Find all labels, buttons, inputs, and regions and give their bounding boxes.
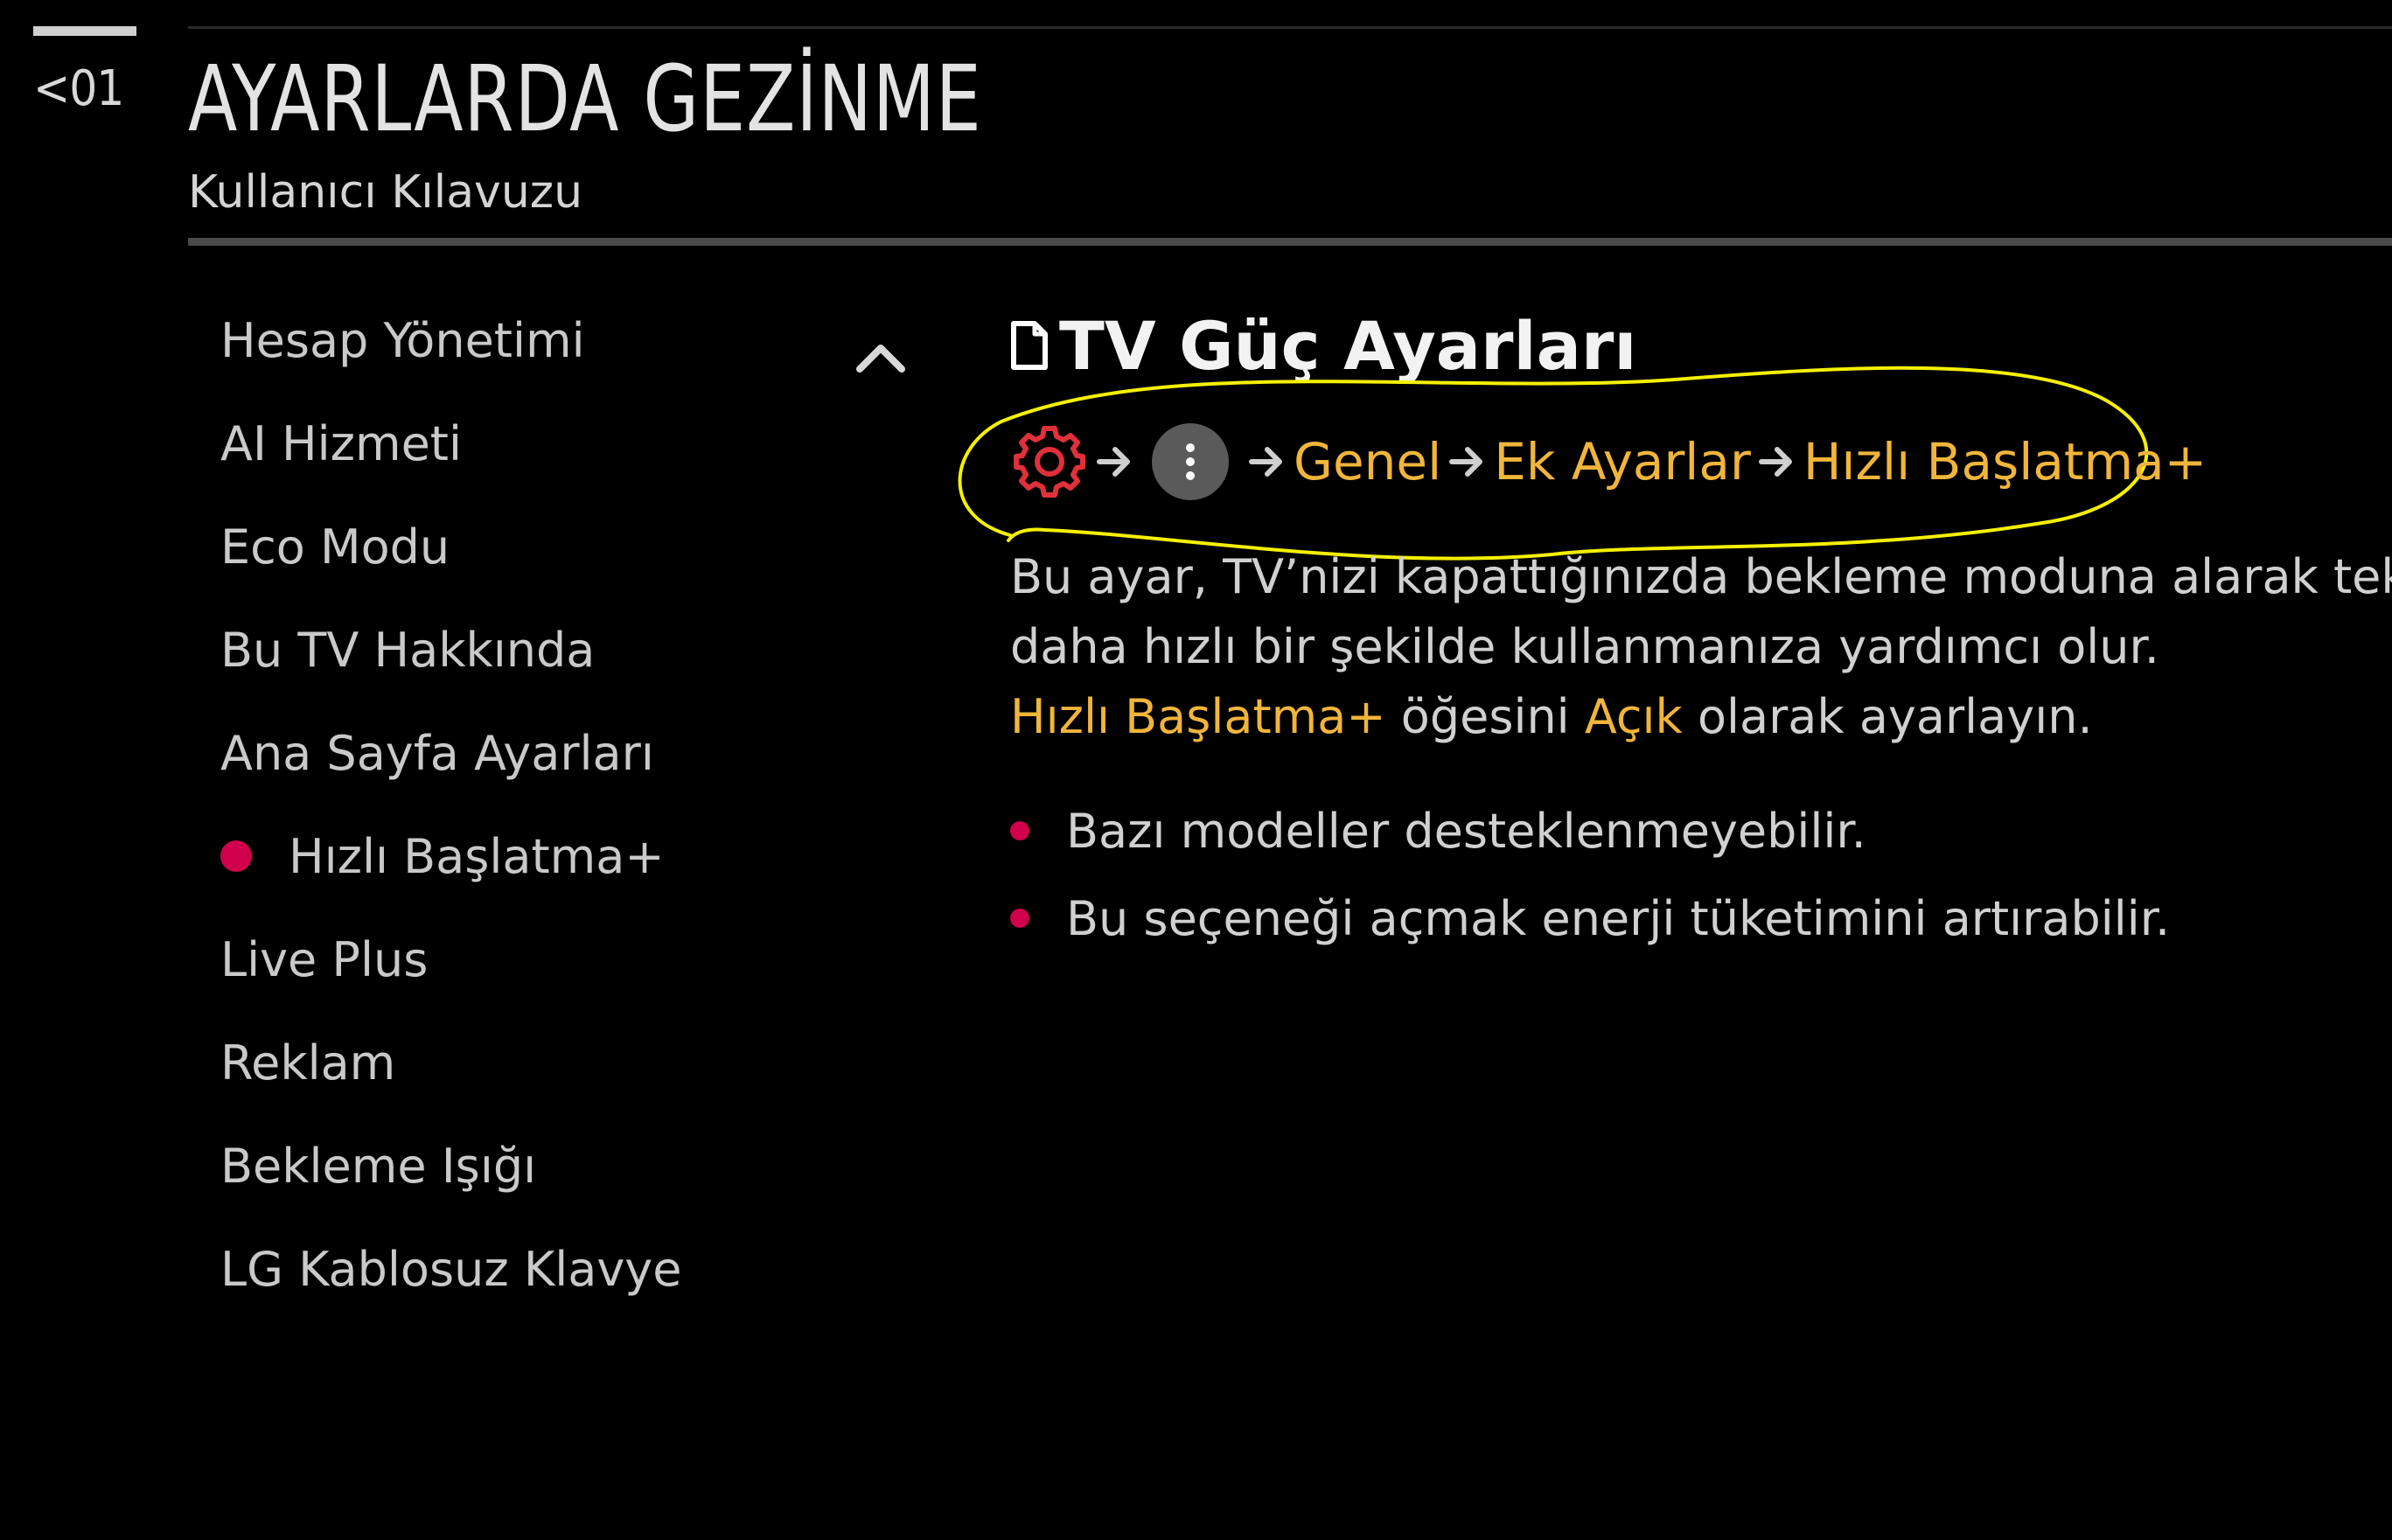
sidebar-item-hizli-baslatma[interactable]: Hızlı Başlatma+: [220, 805, 850, 908]
option-name: Hızlı Başlatma+: [1010, 689, 1386, 744]
notes-list: Bazı modeller desteklenmeyebilir. Bu seç…: [1010, 787, 2170, 962]
document-icon: [1011, 321, 1048, 370]
instruction-text: öğesini: [1385, 689, 1585, 744]
description-line: daha hızlı bir şekilde kullanmanıza yard…: [1010, 619, 2159, 674]
description: Bu ayar, TV’nizi kapattığınızda bekleme …: [1010, 542, 2392, 752]
description-instruction: Hızlı Başlatma+ öğesini Açık olarak ayar…: [1010, 682, 2392, 752]
page-subtitle: Kullanıcı Kılavuzu: [188, 166, 583, 219]
sidebar-item-eco-modu[interactable]: Eco Modu: [220, 495, 850, 598]
sidebar-item-label: Bekleme Işığı: [220, 1138, 537, 1194]
sidebar-item-label: Live Plus: [220, 931, 429, 987]
sidebar-item-live-plus[interactable]: Live Plus: [220, 908, 850, 1011]
sidebar-item-label: Eco Modu: [220, 519, 450, 575]
sidebar-item-label: Bu TV Hakkında: [220, 622, 596, 678]
more-vertical-icon[interactable]: [1152, 423, 1229, 500]
sidebar-item-ana-sayfa-ayarlari[interactable]: Ana Sayfa Ayarları: [220, 701, 850, 805]
sidebar-menu: Hesap Yönetimi AI Hizmeti Eco Modu Bu TV…: [220, 289, 850, 1355]
list-item: Bazı modeller desteklenmeyebilir.: [1010, 787, 2170, 875]
settings-path: Genel Ek Ayarlar Hızlı Başlatma+: [1010, 418, 2207, 505]
back-label: <01: [33, 60, 124, 117]
path-step-hizli-baslatma: Hızlı Başlatma+: [1803, 432, 2207, 491]
bullet-dot: [1010, 821, 1029, 840]
instruction-text: olarak ayarlayın.: [1682, 689, 2093, 744]
path-step-genel: Genel: [1294, 432, 1442, 491]
back-indicator: [33, 26, 136, 36]
arrow-right-icon: [1758, 447, 1792, 477]
sidebar-item-label: Ana Sayfa Ayarları: [220, 725, 654, 781]
sidebar-item-hesap-yonetimi[interactable]: Hesap Yönetimi: [220, 289, 850, 392]
section-header: TV Güç Ayarları: [1010, 306, 2392, 385]
sidebar-item-label: Hızlı Başlatma+: [289, 828, 665, 884]
section-title: TV Güç Ayarları: [1059, 306, 1637, 385]
arrow-right-icon: [1249, 447, 1282, 477]
sidebar-item-lg-kablosuz-klavye[interactable]: LG Kablosuz Klavye: [220, 1217, 850, 1320]
list-item: Bu seçeneği açmak enerji tüketimini artı…: [1010, 875, 2170, 962]
chevron-up-icon[interactable]: [853, 331, 909, 387]
sidebar-item-label: AI Hizmeti: [220, 415, 462, 471]
option-value: Açık: [1584, 689, 1683, 744]
note-text: Bazı modeller desteklenmeyebilir.: [1066, 803, 1866, 859]
description-line: Bu ayar, TV’nizi kapattığınızda bekleme …: [1010, 549, 2392, 604]
sidebar-item-bekleme-isigi[interactable]: Bekleme Işığı: [220, 1114, 850, 1217]
sidebar-item-ai-hizmeti[interactable]: AI Hizmeti: [220, 392, 850, 495]
page-title: AYARLARDA GEZİNME: [188, 45, 982, 152]
sidebar-item-label: Reklam: [220, 1035, 396, 1091]
sidebar-item-label: Hesap Yönetimi: [220, 312, 585, 368]
path-step-ek-ayarlar: Ek Ayarlar: [1494, 432, 1751, 491]
sidebar-item-bu-tv-hakkinda[interactable]: Bu TV Hakkında: [220, 598, 850, 701]
arrow-right-icon: [1097, 447, 1130, 477]
active-indicator-dot: [220, 840, 252, 872]
note-text: Bu seçeneği açmak enerji tüketimini artı…: [1066, 890, 2171, 946]
sidebar-item-label: LG Kablosuz Klavye: [220, 1241, 682, 1297]
back-button[interactable]: <01: [33, 26, 136, 117]
arrow-right-icon: [1449, 447, 1483, 477]
content-panel: TV Güç Ayarları Genel Ek Ayarlar Hızlı B…: [958, 306, 2392, 946]
header-divider: [188, 238, 2392, 246]
gear-icon[interactable]: [1010, 422, 1089, 501]
bullet-dot: [1010, 909, 1029, 928]
sidebar-item-reklam[interactable]: Reklam: [220, 1011, 850, 1114]
top-divider: [188, 26, 2392, 29]
